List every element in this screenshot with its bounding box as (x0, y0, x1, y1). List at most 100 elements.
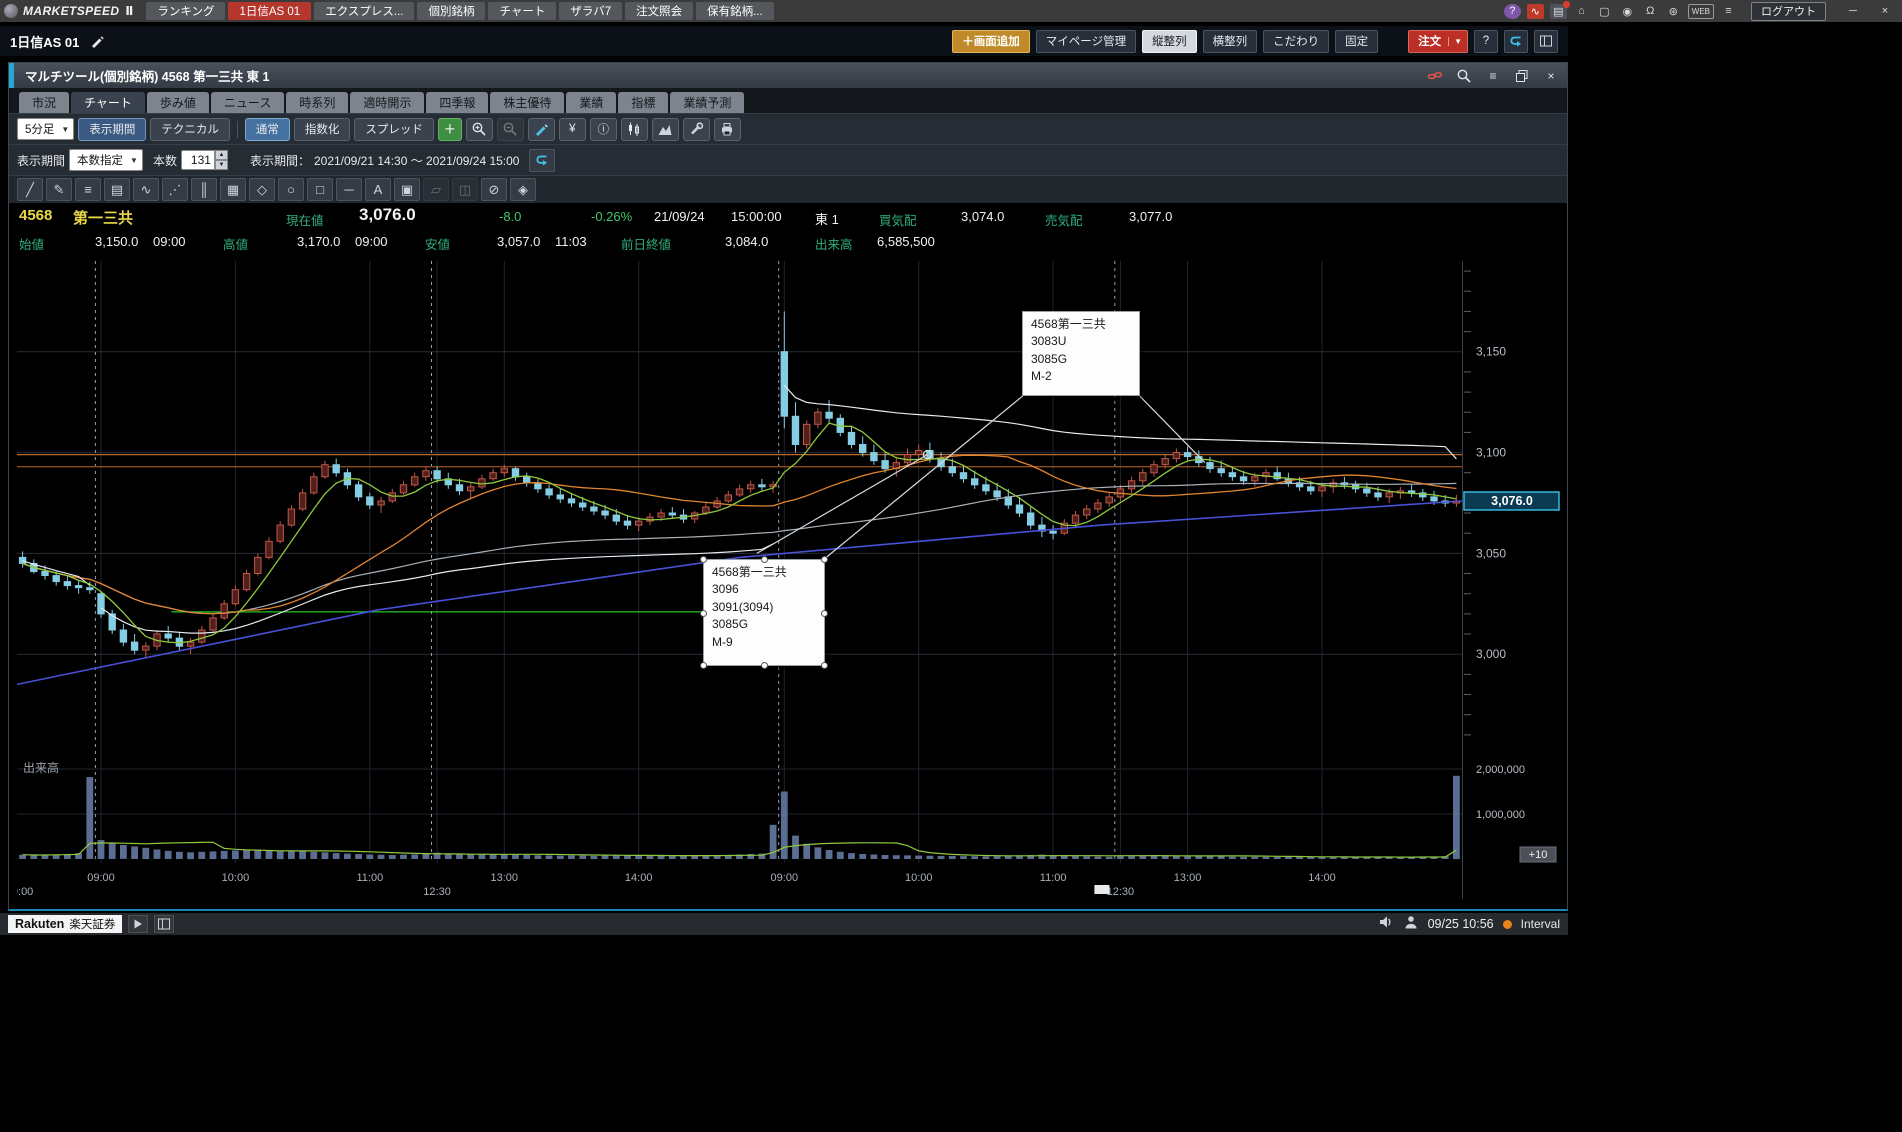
page-title: 1日信AS 01 (10, 32, 79, 51)
top-tab[interactable]: 個別銘柄 (417, 2, 485, 20)
text-tool-icon[interactable]: A (365, 178, 391, 201)
yen-display-button[interactable]: ¥ (559, 118, 586, 141)
zoom-out-button[interactable] (497, 118, 524, 141)
pen-tool-icon[interactable]: ✎ (46, 178, 72, 201)
minimize-window-button[interactable]: ─ (1840, 3, 1866, 19)
add-screen-button[interactable]: ＋画面追加 (952, 30, 1030, 53)
close-window-button[interactable]: × (1872, 3, 1898, 19)
top-tab[interactable]: 注文照会 (625, 2, 693, 20)
sound-icon[interactable] (1378, 914, 1394, 935)
paste-tool-icon[interactable]: ◫ (452, 178, 478, 201)
display-period-button[interactable]: 表示期間 (78, 118, 146, 141)
top-tab[interactable]: チャート (488, 2, 556, 20)
bell-icon[interactable]: Ω (1642, 4, 1659, 19)
window-title-bar[interactable]: マルチツール(個別銘柄) 4568 第一三共 東 1 ≡ × (9, 63, 1567, 88)
ticker-play-button[interactable] (128, 915, 148, 933)
period-mode-select[interactable]: 本数指定 ▼ (69, 149, 143, 171)
timeframe-select[interactable]: 5分足 ▼ (17, 118, 74, 140)
search-icon[interactable] (1454, 67, 1474, 84)
mountain-chart-button[interactable] (652, 118, 679, 141)
print-button[interactable] (714, 118, 741, 141)
kodawari-button[interactable]: こだわり (1263, 30, 1329, 53)
tab-市況[interactable]: 市況 (19, 92, 69, 113)
clear-all-tool-icon[interactable]: ◈ (510, 178, 536, 201)
price-chart[interactable]: 3,0003,0503,1003,1502,000,0001,000,0003,… (17, 261, 1562, 901)
web-icon[interactable]: WEB (1688, 4, 1714, 19)
zoom-in-button[interactable] (466, 118, 493, 141)
top-tab[interactable]: 保有銘柄... (696, 2, 774, 20)
tab-業績予測[interactable]: 業績予測 (670, 92, 744, 113)
fix-layout-button[interactable]: 固定 (1335, 30, 1378, 53)
reset-period-button[interactable] (529, 149, 555, 172)
tab-チャート[interactable]: チャート (71, 92, 145, 113)
extend-bars-button[interactable]: +10 (1520, 847, 1556, 862)
candle-style-button[interactable] (621, 118, 648, 141)
timeframe-value: 5分足 (25, 121, 54, 137)
copy-tool-icon[interactable]: ▱ (423, 178, 449, 201)
count-up-button[interactable]: ▲ (215, 150, 228, 160)
stamp-tool-icon[interactable]: ▣ (394, 178, 420, 201)
tab-株主優待[interactable]: 株主優待 (490, 92, 564, 113)
tab-指標[interactable]: 指標 (618, 92, 668, 113)
top-tab[interactable]: ランキング (146, 2, 225, 20)
trendline-tool-icon[interactable]: ╱ (17, 178, 43, 201)
menu-icon[interactable]: ≡ (1720, 4, 1737, 19)
indexed-mode-button[interactable]: 指数化 (294, 118, 351, 141)
tab-四季報[interactable]: 四季報 (426, 92, 488, 113)
ticker-panel-button[interactable] (154, 915, 174, 933)
order-button[interactable]: 注文 ▼ (1408, 30, 1468, 53)
draw-pen-button[interactable] (528, 118, 555, 141)
hline-tool-icon[interactable]: ─ (336, 178, 362, 201)
ellipse-tool-icon[interactable]: ○ (278, 178, 304, 201)
eraser-tool-icon[interactable]: ⊘ (481, 178, 507, 201)
rectangle-tool-icon[interactable]: □ (307, 178, 333, 201)
close-child-icon[interactable]: × (1541, 67, 1561, 84)
restore-icon[interactable] (1512, 67, 1532, 84)
settings-gear-icon[interactable]: ⊛ (1665, 4, 1682, 19)
tab-ニュース[interactable]: ニュース (211, 92, 284, 113)
add-indicator-button[interactable]: ＋ (438, 118, 462, 141)
screen-icon[interactable]: ▢ (1596, 4, 1613, 19)
back-button[interactable] (1504, 30, 1528, 53)
home-icon[interactable]: ⌂ (1573, 4, 1590, 19)
technical-button[interactable]: テクニカル (150, 118, 230, 141)
window-menu-icon[interactable]: ≡ (1483, 67, 1503, 84)
edit-page-title-icon[interactable] (87, 33, 107, 50)
top-tab[interactable]: エクスプレス... (314, 2, 414, 20)
stock-code: 4568 (19, 207, 52, 224)
tab-時系列[interactable]: 時系列 (286, 92, 348, 113)
vertical-lines-tool-icon[interactable]: ║ (191, 178, 217, 201)
mypage-manage-button[interactable]: マイページ管理 (1036, 30, 1136, 53)
tab-業績[interactable]: 業績 (566, 92, 616, 113)
top-tab[interactable]: 1日信AS 01 (228, 2, 311, 20)
link-icon[interactable] (1425, 67, 1445, 84)
align-horizontal-button[interactable]: 横整列 (1203, 30, 1258, 53)
normal-mode-button[interactable]: 通常 (245, 118, 290, 141)
count-down-button[interactable]: ▼ (215, 160, 228, 170)
tab-歩み値[interactable]: 歩み値 (147, 92, 209, 113)
panel-layout-button[interactable] (1534, 30, 1558, 53)
bar-count-input[interactable]: 131 (181, 150, 215, 170)
top-tab[interactable]: ザラバ7 (559, 2, 622, 20)
tab-適時開示[interactable]: 適時開示 (350, 92, 424, 113)
news-alert-icon[interactable]: ▤ (1550, 4, 1567, 19)
chart-settings-button[interactable] (683, 118, 710, 141)
channel-tool-icon[interactable]: ⋰ (162, 178, 188, 201)
chart-app-icon[interactable]: ∿ (1527, 4, 1544, 19)
grid-lines-tool-icon[interactable]: ▤ (104, 178, 130, 201)
help-button[interactable]: ? (1474, 30, 1498, 53)
logout-button[interactable]: ログアウト (1751, 2, 1826, 21)
polygon-tool-icon[interactable]: ◇ (249, 178, 275, 201)
chart-area[interactable]: 3,0003,0503,1003,1502,000,0001,000,0003,… (9, 255, 1567, 909)
horizontal-lines-tool-icon[interactable]: ≡ (75, 178, 101, 201)
cross-lines-tool-icon[interactable]: ▦ (220, 178, 246, 201)
wave-tool-icon[interactable]: ∿ (133, 178, 159, 201)
user-icon[interactable] (1403, 914, 1419, 935)
info-button[interactable]: ⓘ (590, 118, 617, 141)
align-vertical-button[interactable]: 縦整列 (1142, 30, 1197, 53)
time-axis-marker[interactable] (1094, 885, 1109, 894)
svg-text:3,050: 3,050 (1476, 546, 1506, 560)
help-icon[interactable]: ? (1504, 4, 1521, 19)
video-icon[interactable]: ◉ (1619, 4, 1636, 19)
spread-mode-button[interactable]: スプレッド (354, 118, 434, 141)
